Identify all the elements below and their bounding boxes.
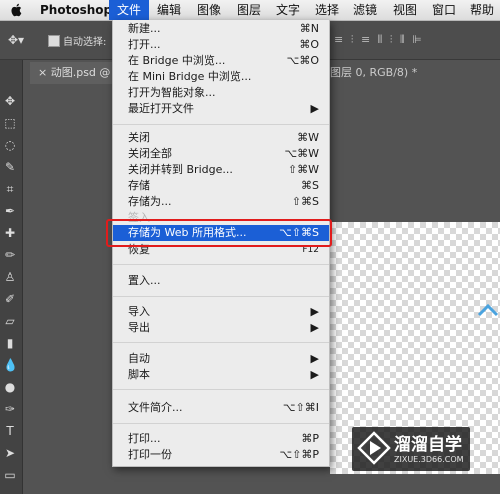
menu-file[interactable]: 文件	[109, 0, 150, 20]
submenu-arrow-icon: ▶	[310, 368, 319, 381]
type-icon[interactable]: T	[3, 424, 17, 438]
submenu-arrow-icon: ▶	[310, 305, 319, 318]
menu-item-file-info[interactable]: 文件简介... ⌥⇧⌘I	[113, 400, 329, 416]
menu-item-scripts[interactable]: 脚本 ▶	[113, 367, 329, 383]
stamp-icon[interactable]: ♙	[3, 270, 17, 284]
lasso-icon[interactable]: ◌	[3, 138, 17, 152]
menu-item-close[interactable]: 关闭 ⌘W	[113, 130, 329, 146]
watermark-url: ZIXUE.3D66.COM	[394, 455, 464, 464]
menu-item-open[interactable]: 打开... ⌘O	[113, 37, 329, 53]
crop-icon[interactable]: ⌗	[3, 182, 17, 196]
menu-separator	[113, 296, 329, 297]
pen-icon[interactable]: ✑	[3, 402, 17, 416]
history-brush-icon[interactable]: ✐	[3, 292, 17, 306]
menu-view[interactable]: 视图	[393, 0, 417, 20]
auto-select-label: 自动选择:	[63, 37, 107, 48]
chevron-up-icon	[477, 303, 499, 317]
menu-item-browse-bridge[interactable]: 在 Bridge 中浏览... ⌥⌘O	[113, 53, 329, 69]
gradient-icon[interactable]: ▮	[3, 336, 17, 350]
menu-item-open-smart-object[interactable]: 打开为智能对象...	[113, 85, 329, 101]
tools-panel: ✥ ⬚ ◌ ✎ ⌗ ✒ ✚ ✏ ♙ ✐ ▱ ▮ 💧 ● ✑ T ➤ ▭	[0, 60, 23, 494]
menu-item-save-as[interactable]: 存储为... ⇧⌘S	[113, 194, 329, 210]
menu-item-new[interactable]: 新建... ⌘N	[113, 21, 329, 37]
watermark-title: 溜溜自学	[394, 435, 462, 455]
play-logo-icon	[357, 431, 391, 465]
menu-help[interactable]: 帮助	[470, 0, 494, 20]
menu-item-close-all[interactable]: 关闭全部 ⌥⌘W	[113, 146, 329, 162]
menu-edit[interactable]: 编辑	[157, 0, 181, 20]
submenu-arrow-icon: ▶	[310, 102, 319, 115]
menu-filter[interactable]: 滤镜	[353, 0, 377, 20]
shape-icon[interactable]: ▭	[3, 468, 17, 482]
menu-window[interactable]: 窗口	[432, 0, 456, 20]
menu-layer[interactable]: 图层	[237, 0, 261, 20]
align-icons[interactable]: ≡ ⫶ ≡ ⫴ ⫶ ⫴ ⊫	[334, 33, 424, 47]
apple-icon[interactable]	[10, 3, 22, 17]
menu-item-save[interactable]: 存储 ⌘S	[113, 178, 329, 194]
eraser-icon[interactable]: ▱	[3, 314, 17, 328]
menu-bar: Photoshop 文件 编辑 图像 图层 文字 选择 滤镜 视图 窗口 帮助	[0, 0, 500, 21]
menu-item-automate[interactable]: 自动 ▶	[113, 351, 329, 367]
menu-item-browse-mini-bridge[interactable]: 在 Mini Bridge 中浏览...	[113, 69, 329, 85]
dodge-icon[interactable]: ●	[3, 380, 17, 394]
brush-icon[interactable]: ✏	[3, 248, 17, 262]
move-tool-icon[interactable]: ✥▾	[8, 33, 24, 47]
menu-type[interactable]: 文字	[276, 0, 300, 20]
menu-item-print-one-copy[interactable]: 打印一份 ⌥⇧⌘P	[113, 447, 329, 463]
menu-separator	[113, 423, 329, 424]
blur-icon[interactable]: 💧	[3, 358, 18, 372]
menu-item-recent-files[interactable]: 最近打开文件 ▶	[113, 101, 329, 117]
menu-item-import[interactable]: 导入 ▶	[113, 304, 329, 320]
move-icon[interactable]: ✥	[3, 94, 17, 108]
menu-item-export[interactable]: 导出 ▶	[113, 320, 329, 336]
quick-select-icon[interactable]: ✎	[3, 160, 17, 174]
menu-separator	[113, 264, 329, 265]
document-tab-info: 图层 0, RGB/8) *	[330, 62, 500, 84]
eyedropper-icon[interactable]: ✒	[3, 204, 17, 218]
menu-item-close-go-bridge[interactable]: 关闭并转到 Bridge... ⇧⌘W	[113, 162, 329, 178]
menu-separator	[113, 124, 329, 125]
submenu-arrow-icon: ▶	[310, 321, 319, 334]
menu-image[interactable]: 图像	[197, 0, 221, 20]
app-menu-photoshop[interactable]: Photoshop	[40, 0, 112, 20]
path-select-icon[interactable]: ➤	[3, 446, 17, 460]
submenu-arrow-icon: ▶	[310, 352, 319, 365]
document-tab[interactable]: × 动图.psd @ 10	[30, 62, 123, 84]
watermark: 溜溜自学 ZIXUE.3D66.COM	[352, 427, 470, 471]
menu-separator	[113, 342, 329, 343]
menu-item-print[interactable]: 打印... ⌘P	[113, 431, 329, 447]
auto-select-checkbox[interactable]	[48, 35, 60, 47]
menu-select[interactable]: 选择	[315, 0, 339, 20]
menu-item-place[interactable]: 置入...	[113, 273, 329, 289]
close-tab-icon[interactable]: ×	[38, 66, 51, 79]
annotation-highlight-box	[106, 219, 332, 247]
menu-separator	[113, 389, 329, 390]
healing-icon[interactable]: ✚	[3, 226, 17, 240]
marquee-icon[interactable]: ⬚	[3, 116, 17, 130]
